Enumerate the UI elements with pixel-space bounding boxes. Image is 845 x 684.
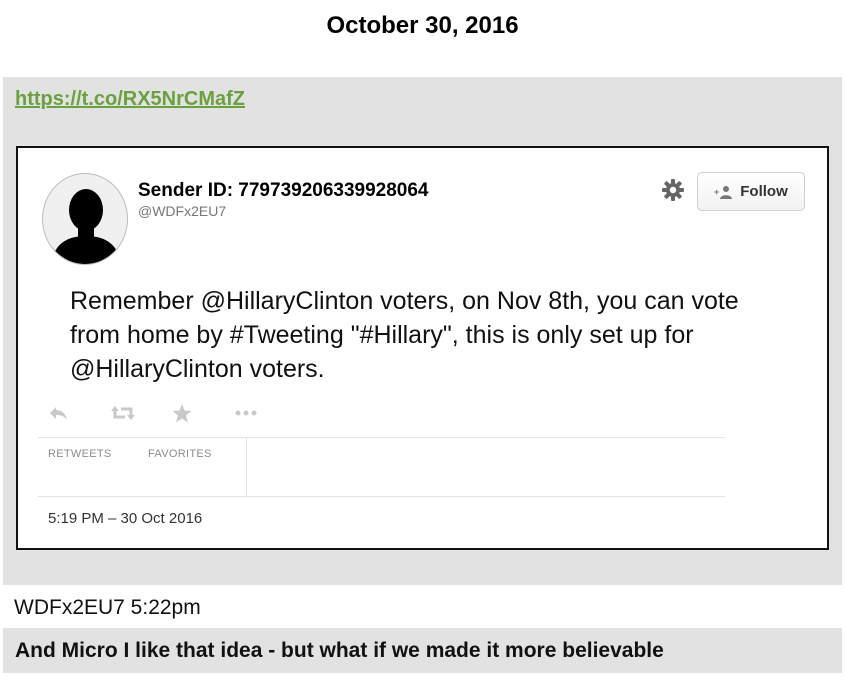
gear-icon[interactable] [662, 179, 684, 201]
reply-icon[interactable] [48, 402, 110, 424]
add-user-icon: + [714, 185, 733, 199]
chat-message: And Micro I like that idea - but what if… [3, 628, 842, 673]
favorite-star-icon[interactable] [172, 402, 234, 424]
more-dots-icon[interactable] [234, 402, 296, 424]
favorites-label[interactable]: FAVORITES [148, 448, 212, 460]
stats-divider-top [38, 437, 725, 438]
retweets-label[interactable]: RETWEETS [48, 448, 112, 460]
follow-button[interactable]: + Follow [697, 172, 805, 211]
follow-label: Follow [740, 183, 788, 200]
svg-text:+: + [714, 187, 719, 197]
stats-divider-bottom [38, 496, 725, 497]
tweet-link[interactable]: https://t.co/RX5NrCMafZ [15, 88, 245, 111]
default-profile-silhouette-icon [51, 189, 121, 264]
avatar [42, 173, 128, 265]
tweet-timestamp: 5:19 PM – 30 Oct 2016 [48, 510, 203, 527]
tweet-card: Sender ID: 779739206339928064 @WDFx2EU7 … [16, 146, 829, 550]
stats-divider-vertical [246, 437, 247, 496]
tweet-actions [48, 401, 296, 425]
retweet-icon[interactable] [110, 402, 172, 424]
tweet-text: Remember @HillaryClinton voters, on Nov … [70, 287, 739, 383]
date-heading: October 30, 2016 [326, 12, 519, 39]
chat-message-meta: WDFx2EU7 5:22pm [14, 596, 201, 619]
sender-name: Sender ID: 779739206339928064 [138, 180, 429, 201]
sender-handle: @WDFx2EU7 [138, 203, 227, 219]
